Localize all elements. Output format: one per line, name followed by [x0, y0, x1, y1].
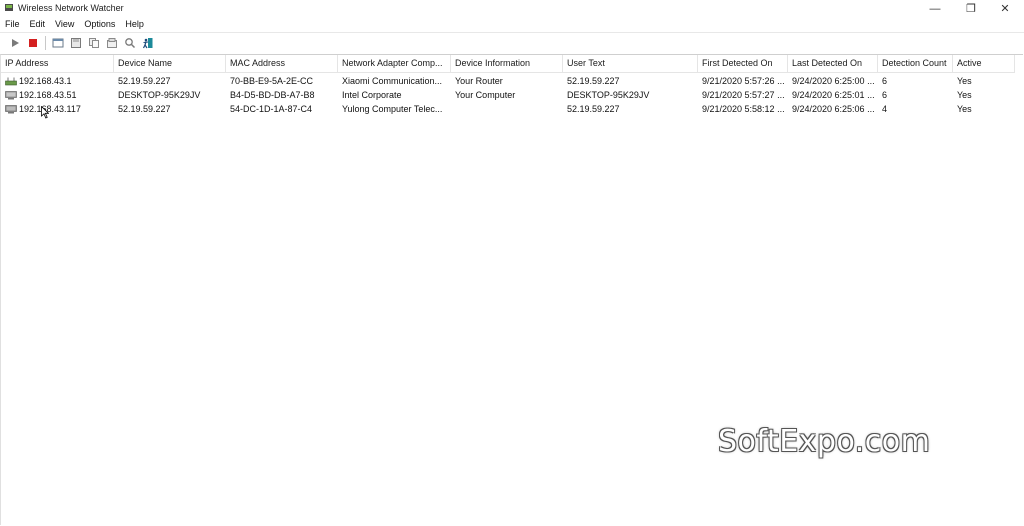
toolbar: [0, 32, 1024, 53]
cell-device-information: [451, 102, 563, 116]
toolbar-separator: [45, 36, 46, 50]
column-header-device-name[interactable]: Device Name: [114, 55, 226, 72]
menu-bar: File Edit View Options Help: [0, 17, 149, 32]
menu-help[interactable]: Help: [120, 17, 149, 32]
stop-icon: [29, 39, 37, 47]
cell-ip-address: 192.168.43.51: [19, 90, 77, 100]
app-window: Wireless Network Watcher — ❐ ✕ File Edit…: [0, 0, 1024, 526]
cell-user-text: DESKTOP-95K29JV: [567, 90, 650, 100]
find-button[interactable]: [122, 35, 138, 51]
cell-first-detected: 9/21/2020 5:57:26 ...: [702, 76, 785, 86]
cell-device-name: 52.19.59.227: [118, 104, 171, 114]
cell-device-name: DESKTOP-95K29JV: [118, 90, 201, 100]
column-header-network-adapter[interactable]: Network Adapter Comp...: [338, 55, 451, 72]
minimize-button[interactable]: —: [918, 0, 952, 17]
cell-network-adapter: Intel Corporate: [342, 90, 402, 100]
column-header-detection-count[interactable]: Detection Count: [878, 55, 953, 72]
cell-network-adapter: Yulong Computer Telec...: [342, 104, 443, 114]
column-header-ip-address[interactable]: IP Address: [1, 55, 114, 72]
cell-detection-count: 6: [882, 90, 888, 100]
cell-last-detected: 9/24/2020 6:25:06 ...: [792, 104, 875, 114]
menu-view[interactable]: View: [50, 17, 79, 32]
column-header-active[interactable]: Active: [953, 55, 1015, 72]
html-report-icon: [52, 38, 64, 48]
exit-icon: [142, 38, 153, 49]
find-icon: [125, 38, 136, 49]
table-row[interactable]: 192.168.43.1 52.19.59.227 70-BB-E9-5A-2E…: [1, 74, 1015, 88]
cell-detection-count: 4: [882, 104, 888, 114]
title-bar[interactable]: Wireless Network Watcher — ❐ ✕: [0, 0, 1024, 17]
table-row[interactable]: 192.168.43.117 52.19.59.227 54-DC-1D-1A-…: [1, 102, 1015, 116]
menu-options[interactable]: Options: [79, 17, 120, 32]
watermark: SoftExpo.com: [718, 424, 931, 459]
mouse-cursor-icon: [41, 106, 49, 119]
cell-active: Yes: [957, 90, 972, 100]
column-header-first-detected[interactable]: First Detected On: [698, 55, 788, 72]
cell-device-information: Your Router: [455, 76, 503, 86]
start-button[interactable]: [7, 35, 23, 51]
stop-button[interactable]: [25, 35, 41, 51]
cell-mac-address: 54-DC-1D-1A-87-C4: [230, 104, 313, 114]
cell-first-detected: 9/21/2020 5:57:27 ...: [702, 90, 785, 100]
cell-device-name: 52.19.59.227: [118, 76, 171, 86]
play-icon: [12, 39, 19, 47]
column-header-mac-address[interactable]: MAC Address: [226, 55, 338, 72]
cell-last-detected: 9/24/2020 6:25:01 ...: [792, 90, 875, 100]
copy-button[interactable]: [86, 35, 102, 51]
properties-icon: [107, 38, 117, 48]
cell-device-information: Your Computer: [455, 90, 516, 100]
menu-edit[interactable]: Edit: [25, 17, 51, 32]
cell-user-text: 52.19.59.227: [567, 76, 620, 86]
save-icon: [71, 38, 81, 48]
column-header-row: IP Address Device Name MAC Address Netwo…: [1, 55, 1015, 73]
cell-ip-address: 192.168.43.1: [19, 76, 72, 86]
column-header-device-information[interactable]: Device Information: [451, 55, 563, 72]
close-icon: ✕: [1000, 3, 1010, 15]
cell-last-detected: 9/24/2020 6:25:00 ...: [792, 76, 875, 86]
properties-button[interactable]: [104, 35, 120, 51]
window-title: Wireless Network Watcher: [18, 3, 124, 13]
table-row[interactable]: 192.168.43.51 DESKTOP-95K29JV B4-D5-BD-D…: [1, 88, 1015, 102]
cell-active: Yes: [957, 104, 972, 114]
cell-user-text: 52.19.59.227: [567, 104, 620, 114]
menu-file[interactable]: File: [0, 17, 25, 32]
cell-active: Yes: [957, 76, 972, 86]
cell-detection-count: 6: [882, 76, 888, 86]
minimize-icon: —: [929, 2, 941, 15]
column-header-user-text[interactable]: User Text: [563, 55, 698, 72]
maximize-button[interactable]: ❐: [954, 0, 988, 17]
close-button[interactable]: ✕: [988, 0, 1022, 17]
cell-network-adapter: Xiaomi Communication...: [342, 76, 443, 86]
exit-button[interactable]: [140, 35, 156, 51]
cell-mac-address: B4-D5-BD-DB-A7-B8: [230, 90, 315, 100]
restore-icon: ❐: [966, 3, 976, 15]
cell-mac-address: 70-BB-E9-5A-2E-CC: [230, 76, 314, 86]
cell-ip-address: 192.168.43.117: [19, 104, 81, 114]
app-icon: [5, 4, 13, 11]
html-report-button[interactable]: [50, 35, 66, 51]
copy-icon: [89, 38, 99, 48]
save-button[interactable]: [68, 35, 84, 51]
column-header-last-detected[interactable]: Last Detected On: [788, 55, 878, 72]
cell-first-detected: 9/21/2020 5:58:12 ...: [702, 104, 785, 114]
